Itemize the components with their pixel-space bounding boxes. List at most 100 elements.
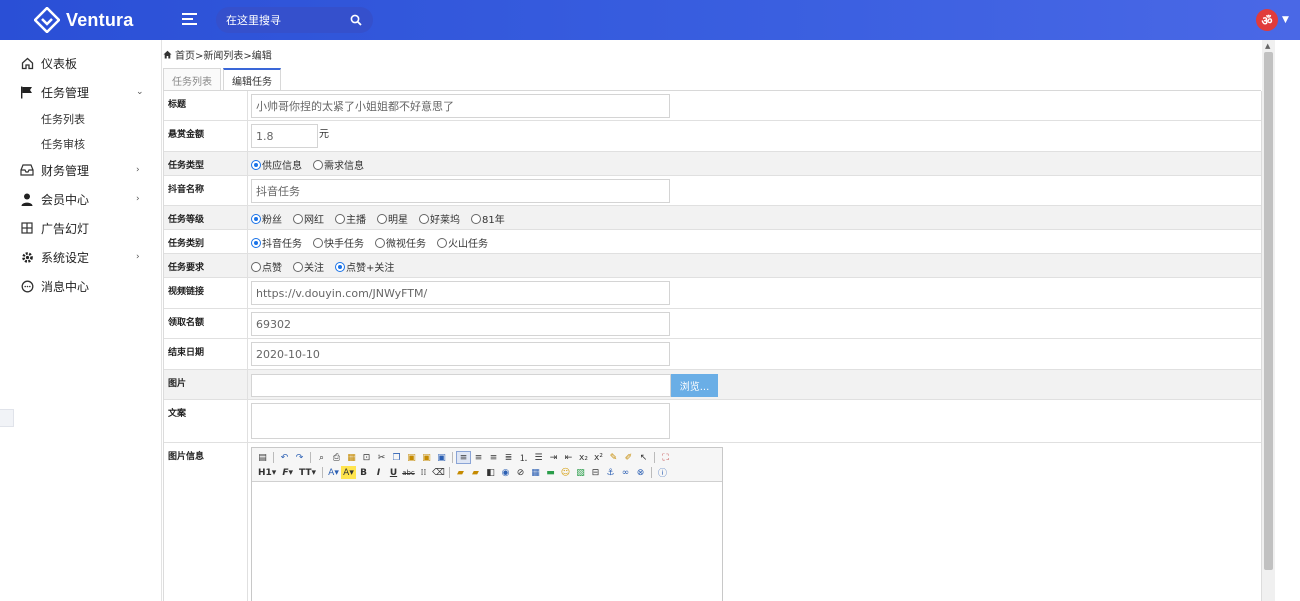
radio-button[interactable] (251, 159, 261, 170)
scroll-thumb[interactable] (1264, 52, 1273, 570)
ordered-list-icon[interactable]: ⒈ (516, 451, 531, 464)
breadcrumb-text[interactable]: 首页>新闻列表>编辑 (175, 47, 272, 62)
outdent-icon[interactable]: ⇤ (561, 451, 576, 464)
line-height-icon[interactable]: ⁞⁞ (416, 466, 431, 479)
end-date-input[interactable] (251, 342, 670, 366)
source-icon[interactable]: ▤ (255, 451, 270, 464)
user-menu[interactable]: ॐ ▼ (1256, 9, 1289, 31)
radio-button[interactable] (375, 237, 385, 248)
align-justify-icon[interactable]: ≣ (501, 451, 516, 464)
media-icon[interactable]: ◉ (498, 466, 513, 479)
radio-task-type-demand[interactable]: 需求信息 (313, 157, 364, 172)
sidebar-item-messages[interactable]: 消息中心 (0, 275, 162, 297)
sidebar-item-finance[interactable]: 财务管理 › (0, 159, 162, 181)
douyin-name-input[interactable] (251, 179, 670, 203)
bold-icon[interactable]: B (356, 466, 371, 479)
radio-level-81[interactable]: 81年 (471, 211, 505, 226)
font-family-dropdown-icon[interactable]: F▾ (282, 468, 293, 478)
radio-level-hollywood[interactable]: 好莱坞 (419, 211, 460, 226)
radio-level-fans[interactable]: 粉丝 (251, 211, 282, 226)
superscript-icon[interactable]: x² (591, 451, 606, 464)
radio-level-star[interactable]: 明星 (377, 211, 408, 226)
radio-level-influencer[interactable]: 网红 (293, 211, 324, 226)
radio-requirement-like[interactable]: 点赞 (251, 259, 282, 274)
radio-category-huoshan[interactable]: 火山任务 (437, 235, 488, 250)
copy-textarea[interactable] (251, 403, 670, 439)
heading-dropdown-icon[interactable]: H1▾ (258, 468, 276, 478)
logo[interactable]: Ventura (33, 6, 133, 34)
sidebar-item-task-management[interactable]: 任务管理 ⌄ (0, 81, 162, 103)
fullscreen-icon[interactable]: ⛶ (658, 451, 673, 464)
pagebreak-icon[interactable]: ⊟ (588, 466, 603, 479)
link-icon[interactable]: ∞ (618, 466, 633, 479)
radio-task-type-supply[interactable]: 供应信息 (251, 157, 302, 172)
paste-icon[interactable]: ▣ (404, 451, 419, 464)
video-link-input[interactable] (251, 281, 670, 305)
unordered-list-icon[interactable]: ☰ (531, 451, 546, 464)
highlight-color-icon[interactable]: A▾ (341, 466, 356, 479)
pointer-icon[interactable]: ↖ (636, 451, 651, 464)
align-right-icon[interactable]: ≡ (486, 451, 501, 464)
tab-task-list[interactable]: 任务列表 (163, 68, 221, 91)
paste-word-icon[interactable]: ▣ (434, 451, 449, 464)
indent-icon[interactable]: ⇥ (546, 451, 561, 464)
radio-button[interactable] (251, 237, 261, 248)
tab-edit-task[interactable]: 编辑任务 (223, 68, 281, 91)
code-icon[interactable]: ⊡ (359, 451, 374, 464)
radio-button[interactable] (251, 213, 261, 224)
multi-image-icon[interactable]: ▰ (468, 466, 483, 479)
underline-icon[interactable]: U (386, 466, 401, 479)
template-icon[interactable]: ▦ (344, 451, 359, 464)
radio-button[interactable] (313, 237, 323, 248)
copy-icon[interactable]: ❐ (389, 451, 404, 464)
radio-button[interactable] (471, 213, 481, 224)
font-size-dropdown-icon[interactable]: TT▾ (299, 468, 316, 478)
preview-icon[interactable]: ⌕ (314, 451, 329, 464)
radio-category-douyin[interactable]: 抖音任务 (251, 235, 302, 250)
map-icon[interactable]: ▧ (573, 466, 588, 479)
radio-button[interactable] (335, 213, 345, 224)
radio-category-kuaishou[interactable]: 快手任务 (313, 235, 364, 250)
avatar[interactable]: ॐ (1256, 9, 1278, 31)
unlink-icon[interactable]: ⊗ (633, 466, 648, 479)
redo-icon[interactable]: ↷ (292, 451, 307, 464)
anchor-icon[interactable]: ⚓ (603, 466, 618, 479)
radio-button[interactable] (251, 261, 261, 272)
radio-button[interactable] (377, 213, 387, 224)
image-file-field[interactable] (251, 374, 671, 397)
eraser-icon[interactable]: ⌫ (431, 466, 446, 479)
flash-icon[interactable]: ◧ (483, 466, 498, 479)
search-icon[interactable] (350, 14, 362, 26)
cut-icon[interactable]: ✂ (374, 451, 389, 464)
radio-requirement-follow[interactable]: 关注 (293, 259, 324, 274)
browse-button[interactable]: 浏览... (671, 374, 718, 397)
title-input[interactable] (251, 94, 670, 118)
align-left-icon[interactable]: ≡ (456, 451, 471, 464)
image-icon[interactable]: ▰ (453, 466, 468, 479)
sidebar-item-dashboard[interactable]: 仪表板 (0, 52, 162, 74)
radio-requirement-like-follow[interactable]: 点赞+关注 (335, 259, 394, 274)
emoticon-icon[interactable]: ☺ (558, 466, 573, 479)
sidebar-item-members[interactable]: 会员中心 › (0, 188, 162, 210)
radio-button[interactable] (419, 213, 429, 224)
help-icon[interactable]: ⓘ (655, 466, 670, 479)
text-color-icon[interactable]: A▾ (326, 466, 341, 479)
page-scrollbar[interactable]: ▲ (1262, 40, 1275, 601)
scroll-up-icon[interactable]: ▲ (1265, 42, 1270, 50)
clear-format-icon[interactable]: ✎ (606, 451, 621, 464)
radio-level-streamer[interactable]: 主播 (335, 211, 366, 226)
italic-icon[interactable]: I (371, 466, 386, 479)
sidebar-item-ad-slides[interactable]: 广告幻灯 (0, 217, 162, 239)
sidebar-collapse-handle[interactable] (0, 409, 14, 427)
radio-button[interactable] (313, 159, 323, 170)
radio-button[interactable] (293, 213, 303, 224)
attachment-icon[interactable]: ⊘ (513, 466, 528, 479)
home-icon[interactable] (163, 50, 172, 59)
hr-icon[interactable]: ▬ (543, 466, 558, 479)
menu-toggle-icon[interactable] (182, 13, 197, 26)
paste-text-icon[interactable]: ▣ (419, 451, 434, 464)
print-icon[interactable]: ⎙ (329, 451, 344, 464)
undo-icon[interactable]: ↶ (277, 451, 292, 464)
sidebar-item-settings[interactable]: 系统设定 › (0, 246, 162, 268)
editor-content-area[interactable] (252, 482, 722, 601)
